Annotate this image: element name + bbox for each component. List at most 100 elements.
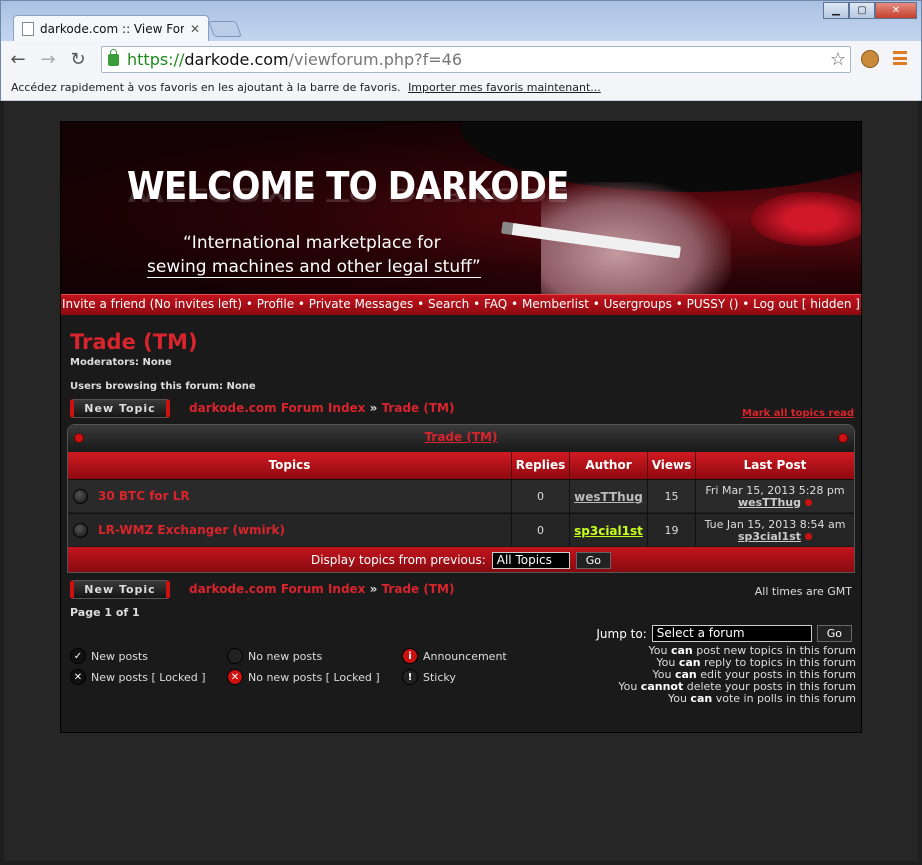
forward-arrow-icon[interactable]: → — [35, 46, 61, 72]
back-arrow-icon[interactable]: ← — [5, 46, 31, 72]
legend-announcement: i Announcement — [402, 648, 507, 664]
topic-title-link[interactable]: 30 BTC for LR — [98, 489, 190, 503]
topic-cell: LR-WMZ Exchanger (wmirk) — [68, 514, 512, 547]
legend-no-new-locked: ✕ No new posts [ Locked ] — [227, 669, 380, 685]
breadcrumb-bottom: darkode.com Forum Index » Trade (TM) — [189, 582, 455, 596]
address-bar[interactable]: https://darkode.com/viewforum.php?f=46 ☆ — [101, 46, 851, 73]
replies-cell: 0 — [512, 514, 570, 547]
topic-title-link[interactable]: LR-WMZ Exchanger (wmirk) — [98, 523, 285, 537]
browser-tab[interactable]: darkode.com :: View Forum ✕ — [13, 15, 209, 42]
new-topic-button[interactable]: New Topic — [70, 399, 170, 418]
close-tab-icon[interactable]: ✕ — [190, 22, 200, 36]
no-new-posts-locked-icon: ✕ — [227, 669, 243, 685]
permission-line: You can vote in polls in this forum — [667, 692, 856, 705]
sticky-icon: ! — [402, 669, 418, 685]
bookmark-star-icon[interactable]: ☆ — [830, 49, 846, 70]
topic-cell: 30 BTC for LR — [68, 480, 512, 513]
import-bookmarks-link[interactable]: Importer mes favoris maintenant... — [408, 81, 601, 94]
table-caption: Trade (TM) — [68, 425, 854, 450]
cookie-icon[interactable] — [861, 50, 879, 68]
crumb-forum-index[interactable]: darkode.com Forum Index — [189, 401, 365, 415]
moderators-line: Moderators: None — [70, 357, 172, 368]
reload-icon[interactable]: ↻ — [65, 46, 91, 72]
no-new-posts-icon — [73, 523, 88, 538]
no-new-posts-icon — [73, 489, 88, 504]
maximize-icon[interactable]: ▢ — [849, 2, 875, 19]
views-cell: 19 — [648, 514, 696, 547]
legend-new-posts: ✓ New posts — [70, 648, 148, 664]
column-header-last-post: Last Post — [696, 452, 854, 479]
nav-memberlist[interactable]: Memberlist — [522, 297, 589, 311]
bookmark-bar: Accédez rapidement à vos favoris en les … — [1, 77, 921, 101]
jump-go-button[interactable]: Go — [816, 625, 852, 642]
column-header-views: Views — [648, 452, 696, 479]
display-topics-bar: Display topics from previous: All Topics… — [68, 547, 854, 572]
legend-no-new-posts: No new posts — [227, 648, 322, 664]
last-post-user-link[interactable]: sp3cial1st — [738, 530, 801, 543]
browser-window: darkode.com :: View Forum ✕ ▁ ▢ ✕ ← → ↻ … — [0, 0, 922, 101]
forum-container: WELCOME TO DARKODE WELCOME TO DARKODE “I… — [60, 121, 862, 733]
window-controls: ▁ ▢ ✕ — [823, 2, 917, 19]
site-banner: WELCOME TO DARKODE WELCOME TO DARKODE “I… — [61, 122, 861, 294]
last-post-cell: Fri Mar 15, 2013 5:28 pm wesTThug — [696, 480, 854, 513]
caption-dot-icon — [838, 433, 848, 443]
views-cell: 15 — [648, 480, 696, 513]
crumb-forum[interactable]: Trade (TM) — [382, 401, 455, 415]
mark-all-read-link[interactable]: Mark all topics read — [742, 408, 854, 419]
table-row: 30 BTC for LR 0 wesTThug 15 Fri Mar 15, … — [68, 479, 854, 513]
page-icon — [22, 22, 34, 36]
new-posts-locked-icon: ✕ — [70, 669, 86, 685]
nav-faq[interactable]: FAQ — [484, 297, 507, 311]
browser-toolbar: ← → ↻ https://darkode.com/viewforum.php?… — [1, 41, 921, 77]
nav-pussy[interactable]: PUSSY () — [687, 297, 739, 311]
author-cell: sp3cial1st — [570, 514, 648, 547]
forum-content: Trade (TM) Moderators: None Users browsi… — [61, 315, 861, 733]
page-number: Page 1 of 1 — [70, 606, 140, 619]
author-link[interactable]: sp3cial1st — [574, 524, 643, 538]
nav-invite[interactable]: Invite a friend (No invites left) — [62, 297, 242, 311]
close-window-icon[interactable]: ✕ — [875, 2, 917, 19]
nav-search[interactable]: Search — [428, 297, 469, 311]
display-go-button[interactable]: Go — [575, 551, 612, 569]
new-tab-button[interactable] — [208, 21, 242, 37]
legend-new-locked: ✕ New posts [ Locked ] — [70, 669, 206, 685]
replies-cell: 0 — [512, 480, 570, 513]
last-post-user-link[interactable]: wesTThug — [738, 496, 801, 509]
new-topic-button-bottom[interactable]: New Topic — [70, 580, 170, 599]
goto-last-post-icon[interactable] — [804, 498, 812, 506]
menu-icon[interactable] — [893, 51, 907, 65]
last-post-cell: Tue Jan 15, 2013 8:54 am sp3cial1st — [696, 514, 854, 547]
jump-to-select[interactable]: Select a forum — [651, 625, 812, 642]
author-cell: wesTThug — [570, 480, 648, 513]
column-header-replies: Replies — [512, 452, 570, 479]
announcement-icon: i — [402, 648, 418, 664]
browsing-users-line: Users browsing this forum: None — [70, 381, 256, 392]
legend-sticky: ! Sticky — [402, 669, 456, 685]
page-viewport: WELCOME TO DARKODE WELCOME TO DARKODE “I… — [4, 101, 918, 861]
table-caption-title[interactable]: Trade (TM) — [425, 430, 498, 444]
no-new-posts-icon — [227, 648, 243, 664]
nav-usergroups[interactable]: Usergroups — [604, 297, 672, 311]
column-header-topics: Topics — [68, 452, 512, 479]
crumb-forum[interactable]: Trade (TM) — [382, 582, 455, 596]
minimize-icon[interactable]: ▁ — [823, 2, 849, 19]
nav-profile[interactable]: Profile — [257, 297, 294, 311]
url-host: darkode.com — [184, 50, 289, 69]
crumb-forum-index[interactable]: darkode.com Forum Index — [189, 582, 365, 596]
banner-tagline-line1: “International marketplace for — [183, 233, 441, 253]
main-nav: Invite a friend (No invites left) • Prof… — [61, 294, 861, 315]
author-link[interactable]: wesTThug — [574, 490, 643, 504]
display-topics-select[interactable]: All Topics — [491, 551, 570, 569]
goto-last-post-icon[interactable] — [805, 532, 813, 540]
url-scheme: https:// — [127, 50, 185, 69]
page-title[interactable]: Trade (TM) — [70, 330, 198, 354]
banner-lips-graphic — [751, 192, 861, 246]
new-posts-icon: ✓ — [70, 648, 86, 664]
table-row: LR-WMZ Exchanger (wmirk) 0 sp3cial1st 19… — [68, 513, 854, 547]
nav-logout[interactable]: Log out [ hidden ] — [753, 297, 860, 311]
caption-dot-icon — [74, 433, 84, 443]
breadcrumb: darkode.com Forum Index » Trade (TM) — [189, 401, 455, 415]
url-path: /viewforum.php?f=46 — [288, 50, 463, 69]
nav-private-messages[interactable]: Private Messages — [309, 297, 414, 311]
display-topics-label: Display topics from previous: — [310, 553, 486, 567]
